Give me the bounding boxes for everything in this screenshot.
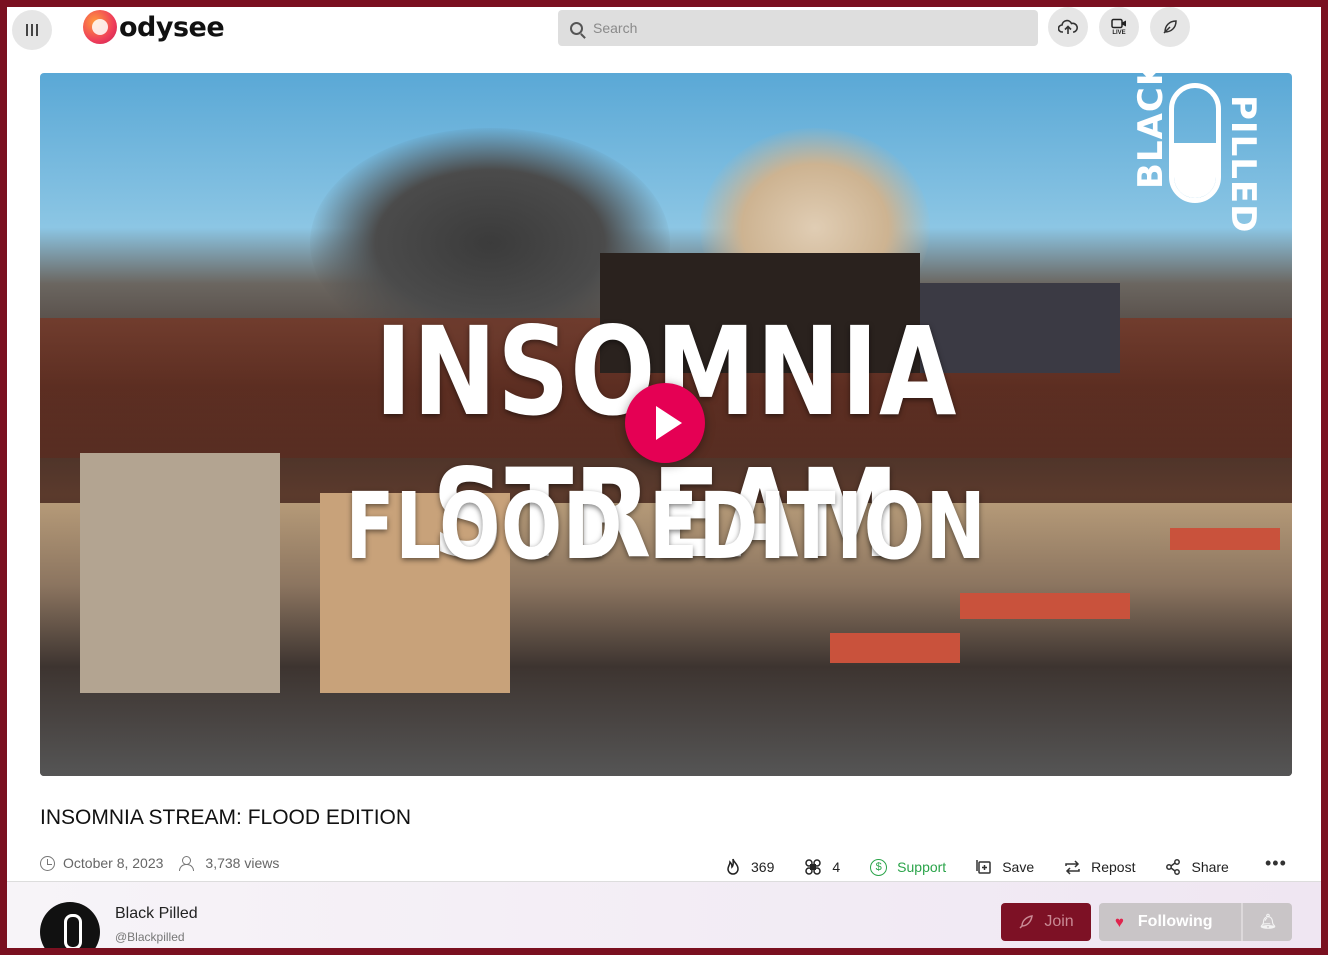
live-icon bbox=[1111, 18, 1126, 29]
live-label: LIVE bbox=[1112, 30, 1126, 36]
views-text: 3,738 views bbox=[205, 855, 280, 871]
search-bar[interactable] bbox=[558, 10, 1038, 46]
repost-label: Repost bbox=[1091, 859, 1136, 875]
video-player[interactable]: INSOMNIA STREAM FLOOD EDITION BLACK PILL… bbox=[40, 73, 1292, 776]
date-text: October 8, 2023 bbox=[63, 855, 164, 871]
search-icon bbox=[570, 21, 583, 35]
share-button[interactable]: Share bbox=[1165, 859, 1229, 875]
odysee-logo-icon bbox=[83, 10, 117, 44]
support-button[interactable]: $ Support bbox=[870, 858, 947, 876]
channel-bar: Black Pilled @Blackpilled Join ♥ Followi… bbox=[7, 882, 1321, 948]
rocket-icon bbox=[1019, 915, 1034, 929]
publish-date: October 8, 2023 bbox=[40, 855, 163, 871]
black-pilled-watermark: BLACK PILLED bbox=[1125, 73, 1265, 233]
repost-icon bbox=[1065, 859, 1080, 875]
publish-button[interactable] bbox=[1150, 7, 1190, 47]
video-meta: October 8, 2023 3,738 views bbox=[40, 855, 295, 871]
slime-icon bbox=[805, 859, 822, 875]
button-separator bbox=[1241, 903, 1243, 941]
save-label: Save bbox=[1002, 859, 1035, 875]
slime-count: 4 bbox=[832, 859, 841, 875]
fire-count: 369 bbox=[751, 859, 775, 875]
join-button[interactable]: Join bbox=[1001, 903, 1091, 941]
following-label: Following bbox=[1137, 913, 1213, 930]
view-count: 3,738 views bbox=[179, 855, 279, 871]
dollar-icon: $ bbox=[870, 858, 888, 876]
watermark-left-text: BLACK bbox=[1131, 73, 1171, 189]
upload-icon bbox=[1058, 19, 1078, 34]
playlist-add-icon bbox=[976, 860, 991, 874]
clock-icon bbox=[40, 855, 55, 871]
play-button[interactable] bbox=[625, 383, 705, 463]
channel-name[interactable]: Black Pilled bbox=[115, 905, 198, 923]
support-label: Support bbox=[897, 859, 947, 875]
upload-button[interactable] bbox=[1048, 7, 1088, 47]
publish-icon bbox=[1163, 20, 1177, 34]
menu-button[interactable] bbox=[12, 10, 52, 50]
channel-avatar[interactable] bbox=[40, 902, 100, 948]
share-label: Share bbox=[1191, 859, 1229, 875]
following-button[interactable]: ♥ Following 🔔︎ bbox=[1099, 903, 1292, 941]
search-input[interactable] bbox=[593, 20, 1013, 36]
go-live-button[interactable]: LIVE bbox=[1099, 7, 1139, 47]
thumbnail-title-line2: FLOOD EDITION bbox=[345, 473, 987, 580]
fire-icon bbox=[727, 858, 739, 875]
pill-icon bbox=[1169, 83, 1221, 203]
odysee-logo[interactable]: odysee bbox=[83, 9, 225, 45]
menu-icon bbox=[26, 24, 28, 36]
page: odysee LIVE INSOMNIA ST bbox=[7, 7, 1321, 948]
bell-icon[interactable]: 🔔︎ bbox=[1259, 913, 1277, 930]
join-label: Join bbox=[1044, 913, 1074, 930]
slime-reaction-button[interactable]: 4 bbox=[804, 858, 840, 876]
users-icon bbox=[179, 856, 197, 871]
save-button[interactable]: Save bbox=[976, 859, 1034, 875]
watermark-right-text: PILLED bbox=[1223, 95, 1263, 234]
channel-handle[interactable]: @Blackpilled bbox=[115, 930, 185, 944]
repost-button[interactable]: Repost bbox=[1064, 859, 1135, 875]
video-title: INSOMNIA STREAM: FLOOD EDITION bbox=[40, 806, 412, 829]
video-actions: 369 4 $ Support Save Repost Share bbox=[725, 855, 1259, 879]
share-icon bbox=[1166, 859, 1181, 875]
more-options-button[interactable]: ••• bbox=[1265, 853, 1287, 874]
logo-text: odysee bbox=[119, 11, 225, 43]
fire-reaction-button[interactable]: 369 bbox=[725, 858, 774, 876]
heart-icon: ♥ bbox=[1115, 913, 1124, 931]
